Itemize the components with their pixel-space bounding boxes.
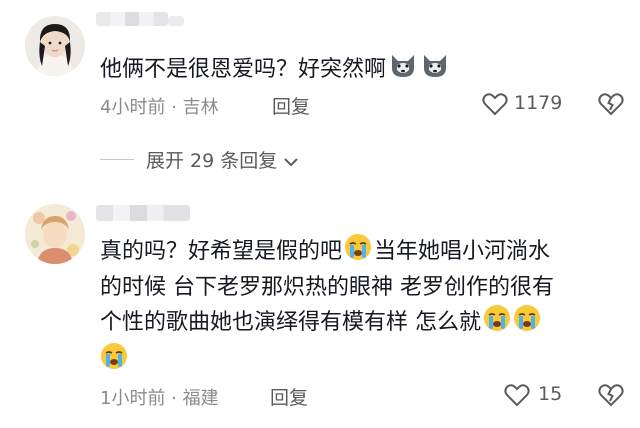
husky-emoji (420, 50, 450, 90)
husky-emoji (388, 50, 418, 90)
expand-divider (100, 159, 134, 160)
avatar[interactable] (25, 204, 85, 264)
username-blurred[interactable] (96, 12, 168, 26)
like-count: 1179 (514, 92, 563, 114)
broken-heart-icon[interactable] (598, 92, 624, 120)
avatar[interactable] (25, 16, 85, 76)
heart-icon[interactable] (482, 92, 508, 120)
heart-icon[interactable] (504, 383, 530, 411)
chevron-down-icon (283, 151, 299, 173)
comment-text: 真的吗？好希望是假的吧 当年她唱小河淌水 的时候 台下老罗那炽热的眼神 老罗创作的… (100, 233, 554, 380)
broken-heart-icon[interactable] (598, 383, 624, 411)
crying-emoji (344, 233, 372, 271)
crying-emoji (483, 304, 511, 342)
crying-emoji (513, 304, 541, 342)
reply-button[interactable]: 回复 (272, 92, 310, 119)
expand-replies-button[interactable]: 展开 29 条回复 (146, 146, 299, 173)
comment-time-location: 4小时前 · 吉林 (100, 97, 219, 118)
crying-emoji (100, 342, 128, 380)
username-blurred[interactable] (96, 205, 190, 221)
reply-button[interactable]: 回复 (270, 383, 308, 410)
username-blurred-tail (168, 16, 184, 26)
comment-text: 他俩不是很恩爱吗？好突然啊 (100, 50, 450, 90)
comment-time-location: 1小时前 · 福建 (100, 388, 219, 409)
like-count: 15 (538, 383, 563, 405)
